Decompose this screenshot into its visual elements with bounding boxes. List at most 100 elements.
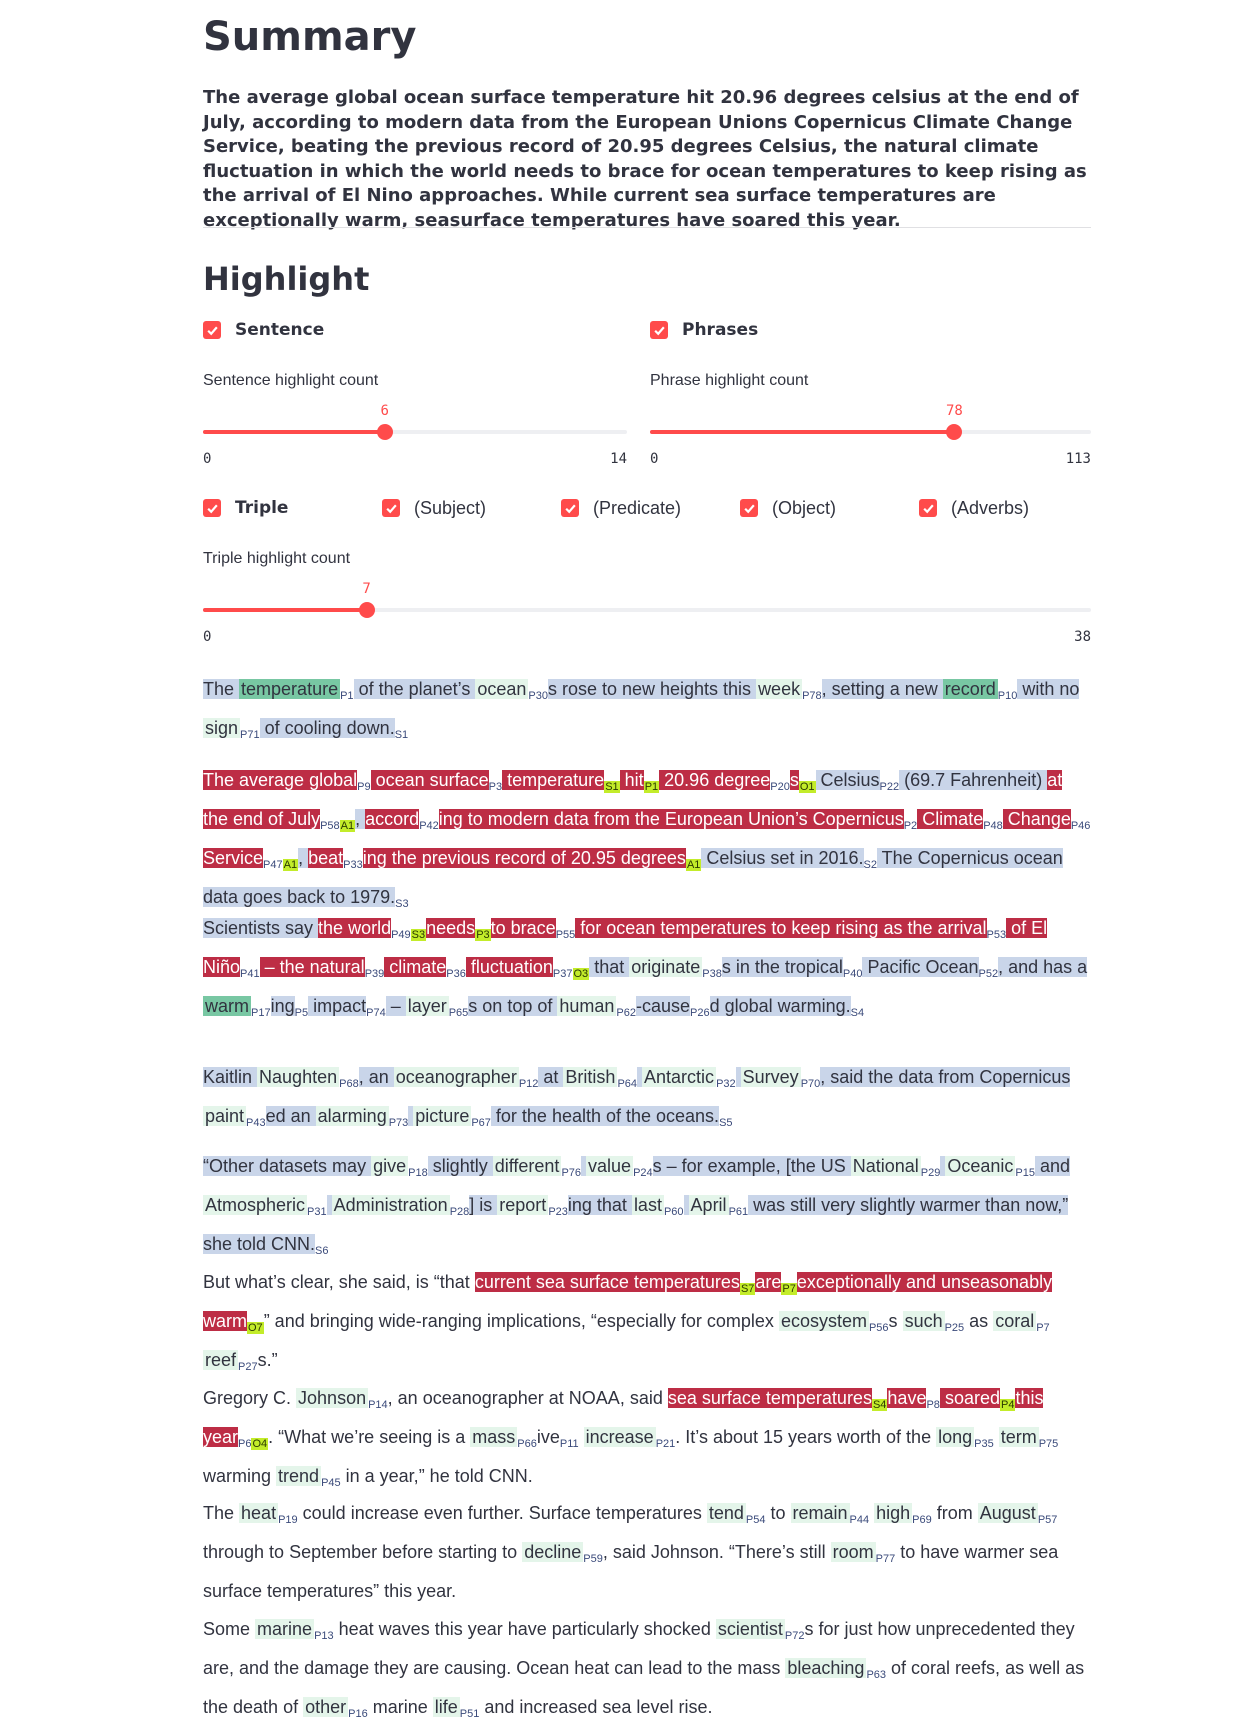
- plain-text: , an oceanographer at NOAA, said: [387, 1388, 668, 1408]
- sentence-highlight: of cooling down.: [259, 718, 395, 738]
- phrase-highlight: bleaching: [785, 1658, 867, 1678]
- slider-fill: [203, 608, 367, 612]
- triple-tag: P7: [781, 1283, 797, 1295]
- sentence-count-slider[interactable]: 6 0 14: [203, 403, 627, 467]
- sentence-highlight: at: [538, 1067, 564, 1087]
- plain-text: But what’s clear, she said, is “that: [203, 1272, 475, 1292]
- sentence-highlight: s on top of: [468, 996, 558, 1016]
- triple-tag: S3: [410, 929, 427, 941]
- triple-highlight: temperature: [502, 770, 605, 790]
- phrase-highlight: week: [756, 679, 803, 699]
- object-checkbox[interactable]: (Object): [740, 496, 836, 520]
- checkbox-checked-icon: [203, 321, 221, 339]
- phrase-tag: P43: [246, 1117, 266, 1129]
- triple-highlight: Change: [1002, 809, 1071, 829]
- phrases-checkbox[interactable]: Phrases: [650, 318, 758, 342]
- triple-count-slider[interactable]: 7 0 38: [203, 581, 1091, 645]
- sentence-highlight: s – for example, [the US: [652, 1156, 851, 1176]
- slider-thumb[interactable]: [946, 424, 963, 440]
- triple-tag: O1: [798, 781, 816, 793]
- sentence-highlight: ] is: [469, 1195, 498, 1215]
- plain-text: s: [888, 1311, 903, 1331]
- phrase-tag: P59: [583, 1553, 603, 1565]
- sentence-highlight: ,: [298, 848, 309, 868]
- phrase-highlight: Antarctic: [642, 1067, 717, 1087]
- phrase-highlight: Atmospheric: [203, 1195, 308, 1215]
- phrase-highlight: other: [303, 1697, 349, 1717]
- sentence-highlight: and: [1035, 1156, 1071, 1176]
- plain-text: and increased sea level rise.: [479, 1697, 713, 1717]
- highlighted-paragraph: Gregory C. Johnson P14, an oceanographer …: [203, 1382, 1091, 1499]
- phrase-count-slider[interactable]: 78 0 113: [650, 403, 1091, 467]
- triple-tag: O4: [251, 1438, 269, 1450]
- slider-thumb[interactable]: [376, 424, 393, 440]
- phrase-highlight: heat: [239, 1503, 279, 1523]
- checkbox-checked-icon: [740, 499, 758, 517]
- phrase-tag: P32: [716, 1078, 736, 1090]
- phrase-tag: P19: [278, 1514, 298, 1526]
- phrase-tag: P5: [294, 1007, 309, 1019]
- triple-highlight: are: [755, 1272, 782, 1292]
- highlighted-paragraph: Some marine P13 heat waves this year have…: [203, 1613, 1091, 1730]
- checkbox-checked-icon: [919, 499, 937, 517]
- phrase-tag: P16: [348, 1708, 368, 1720]
- phrase-tag: P44: [849, 1514, 870, 1526]
- phrase-tag: P74: [366, 1007, 386, 1019]
- triple-highlight: Service: [203, 848, 264, 868]
- plain-text: to: [765, 1503, 791, 1523]
- phrase-tag: P42: [419, 820, 439, 832]
- phrase-tag: P8: [926, 1399, 940, 1411]
- phrase-highlight: decline: [522, 1542, 584, 1562]
- sentence-highlight: of the planet’s: [353, 679, 476, 699]
- highlighted-paragraph: But what’s clear, she said, is “that cur…: [203, 1266, 1091, 1383]
- sentence-highlight: ing that: [567, 1195, 632, 1215]
- triple-tag: S7: [739, 1283, 756, 1295]
- predicate-checkbox[interactable]: (Predicate): [561, 496, 681, 520]
- triple-tag: S4: [871, 1399, 888, 1411]
- phrase-highlight: such: [902, 1311, 945, 1331]
- sentence-tag: S1: [394, 729, 409, 741]
- phrase-tag: P76: [561, 1167, 582, 1179]
- triple-highlight: climate: [384, 957, 447, 977]
- plain-text: . It’s about 15 years worth of the: [675, 1427, 937, 1447]
- sentence-checkbox[interactable]: Sentence: [203, 318, 324, 342]
- highlighted-paragraph: “Other datasets may give P18 slightly dif…: [203, 1150, 1091, 1267]
- plain-text: The: [203, 1503, 240, 1523]
- triple-highlight: the world: [318, 918, 392, 938]
- triple-tag: A1: [282, 859, 299, 871]
- subject-checkbox[interactable]: (Subject): [382, 496, 486, 520]
- triple-checkbox[interactable]: Triple: [203, 496, 288, 520]
- phrase-tag: P15: [1015, 1167, 1035, 1179]
- phrase-highlight: paint: [203, 1106, 247, 1126]
- sentence-highlight: “Other datasets may: [203, 1156, 372, 1176]
- slider-value: 78: [945, 403, 963, 419]
- phrase-highlight: ocean: [475, 679, 529, 699]
- adverbs-checkbox[interactable]: (Adverbs): [919, 496, 1029, 520]
- phrase-tag: P47: [263, 859, 283, 871]
- slider-value: 6: [380, 403, 389, 419]
- triple-highlight: accord: [365, 809, 420, 829]
- phrase-highlight: different: [492, 1156, 562, 1176]
- slider-min: 0: [203, 629, 212, 645]
- triple-tag: A1: [339, 820, 356, 832]
- triple-tag: O7: [247, 1322, 264, 1334]
- plain-text: , said Johnson. “There’s still: [602, 1542, 831, 1562]
- phrase-highlight: Survey: [740, 1067, 801, 1087]
- phrase-tag: P7: [1036, 1322, 1050, 1334]
- phrase-tag: P27: [238, 1361, 258, 1373]
- plain-text: marine: [367, 1697, 433, 1717]
- triple-highlight: sea surface temperatures: [667, 1388, 872, 1408]
- phrase-tag: P17: [251, 1007, 271, 1019]
- triple-highlight: to brace: [490, 918, 556, 938]
- phrase-tag: P14: [368, 1399, 388, 1411]
- plain-text: s.”: [257, 1350, 278, 1370]
- sentence-highlight: s in the tropical: [721, 957, 843, 977]
- phrase-tag: P53: [986, 929, 1007, 941]
- phrase-tag: P49: [391, 929, 411, 941]
- plain-text: as: [964, 1311, 994, 1331]
- sentence-tag: S2: [863, 859, 877, 871]
- phrase-tag: P66: [517, 1438, 537, 1450]
- phrase-tag: P13: [314, 1630, 334, 1642]
- slider-thumb[interactable]: [358, 602, 375, 618]
- sentence-highlight: ed an: [265, 1106, 316, 1126]
